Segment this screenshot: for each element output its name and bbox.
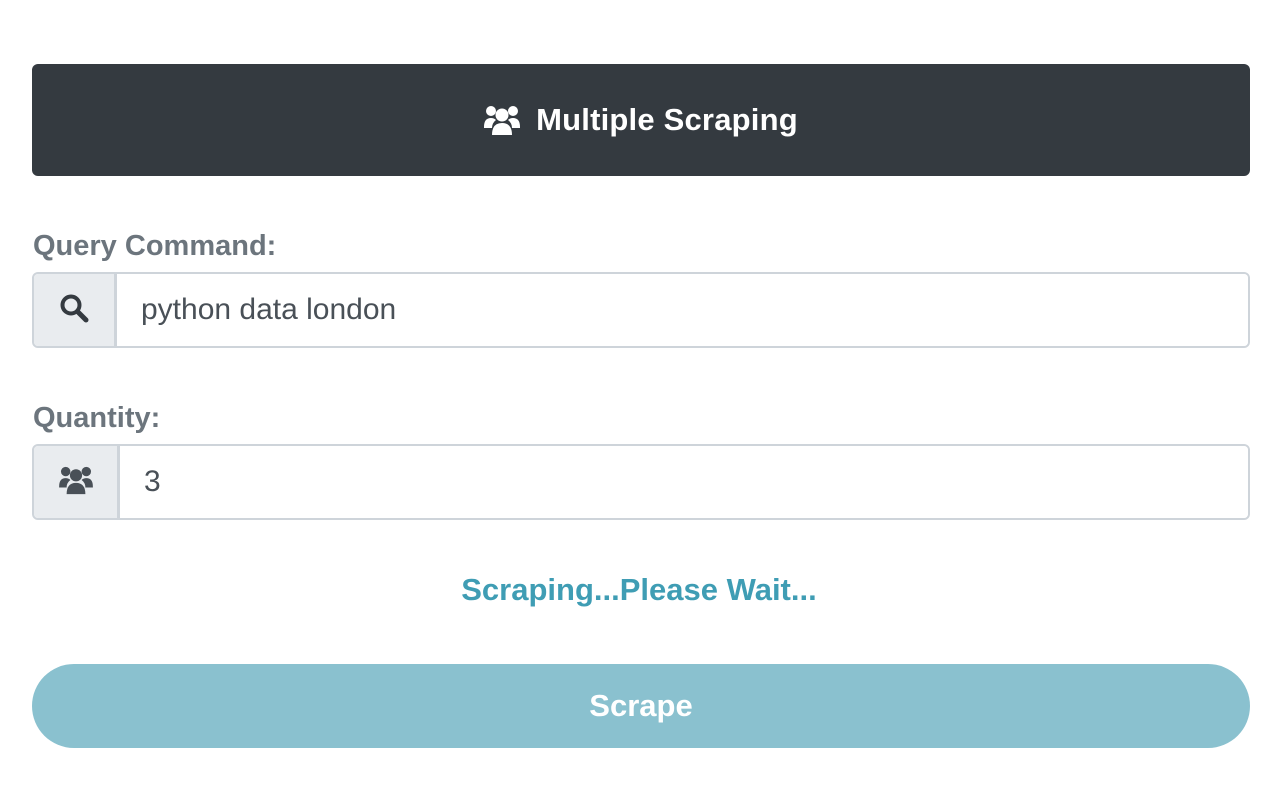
query-input-group	[32, 272, 1250, 348]
page-header: Multiple Scraping	[32, 64, 1250, 176]
quantity-input[interactable]	[120, 446, 1248, 518]
query-addon	[34, 274, 117, 346]
users-icon	[58, 465, 93, 500]
users-icon	[484, 103, 521, 137]
query-label: Query Command:	[33, 230, 277, 262]
query-input[interactable]	[117, 274, 1248, 346]
quantity-label: Quantity:	[33, 402, 161, 434]
quantity-addon	[34, 446, 120, 518]
scrape-button[interactable]: Scrape	[32, 664, 1250, 748]
quantity-input-group	[32, 444, 1250, 520]
page-title: Multiple Scraping	[536, 102, 798, 137]
search-icon	[59, 293, 89, 328]
status-message: Scraping...Please Wait...	[461, 572, 817, 607]
